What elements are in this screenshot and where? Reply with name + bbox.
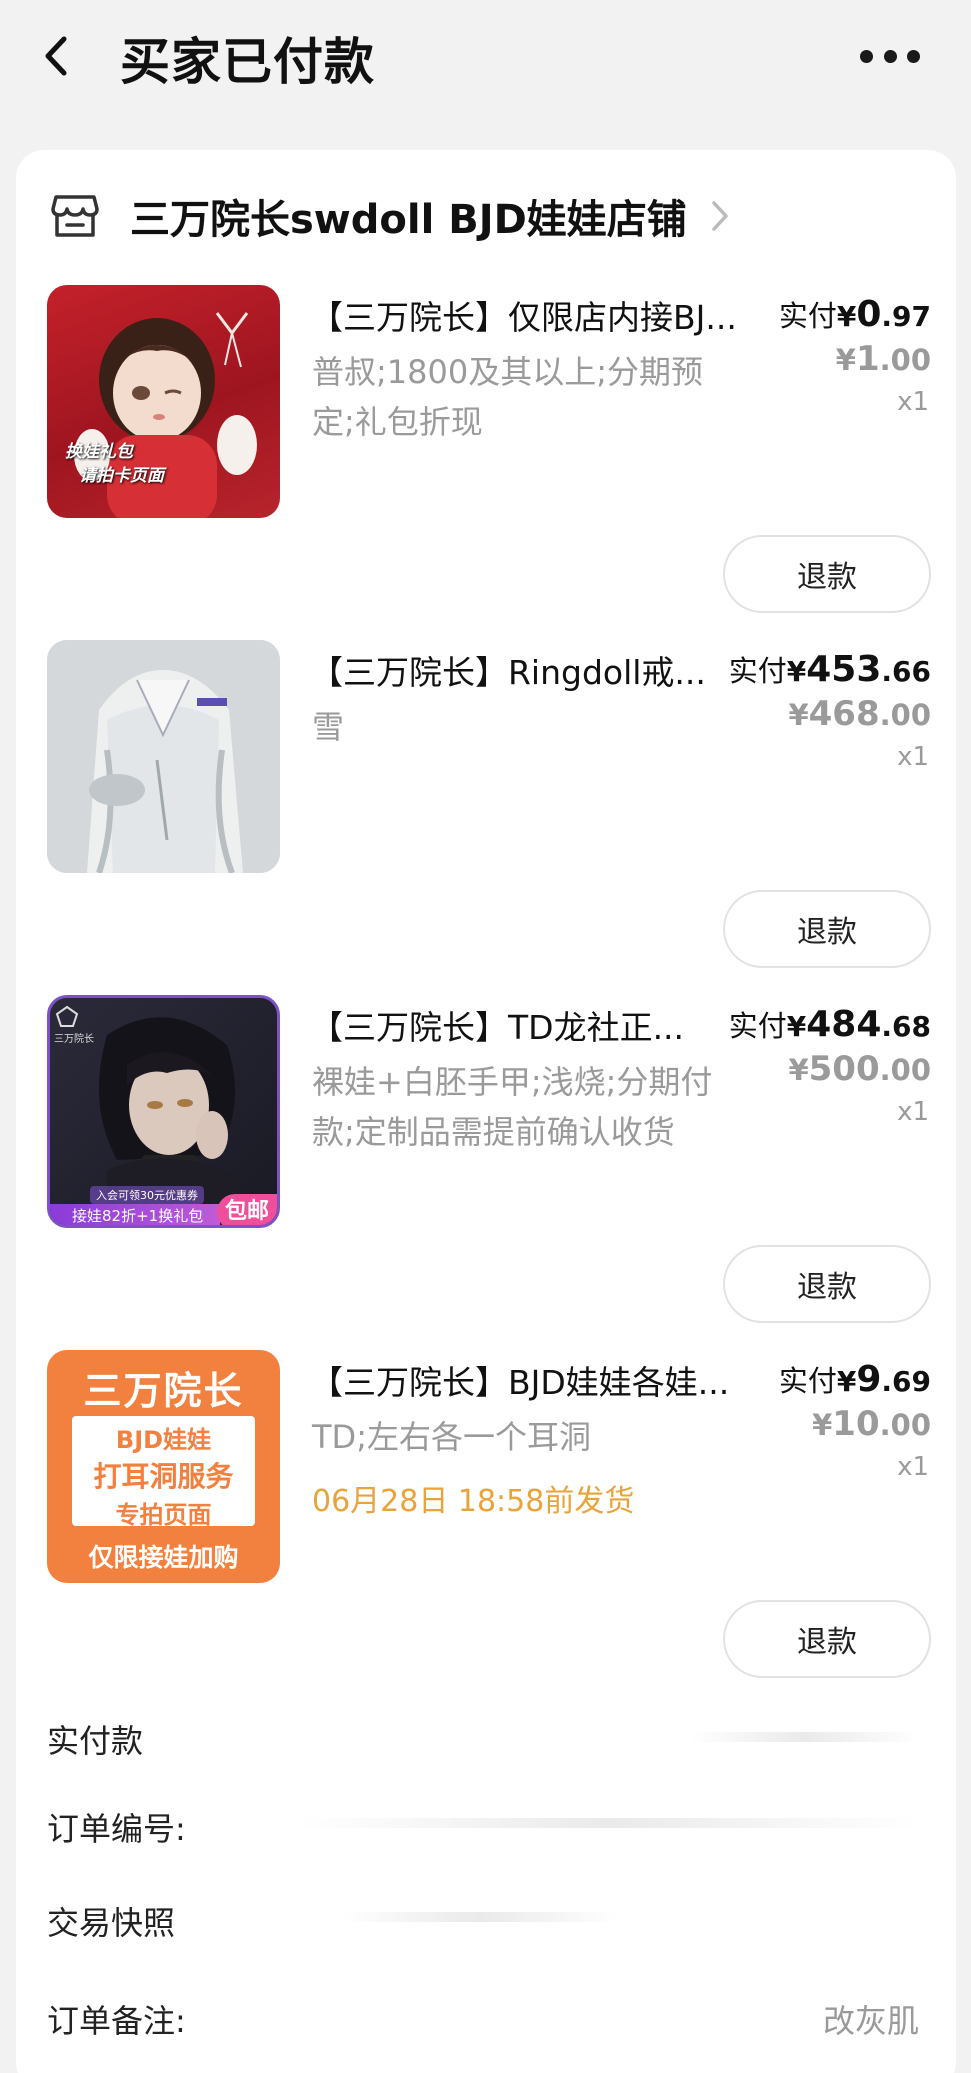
refund-button[interactable]: 退款 xyxy=(723,1600,931,1678)
original-price: ¥10.00 xyxy=(812,1404,931,1444)
nav-bar: 买家已付款 xyxy=(0,0,971,112)
refund-button[interactable]: 退款 xyxy=(723,535,931,613)
page-title: 买家已付款 xyxy=(120,33,375,91)
outfit-photo-icon xyxy=(47,640,280,873)
thumb-caption: 请拍卡页面 xyxy=(79,466,164,486)
chevron-right-icon xyxy=(712,201,728,231)
item-quantity: x1 xyxy=(897,387,929,417)
free-shipping-badge: 包邮 xyxy=(217,1194,277,1225)
item-quantity: x1 xyxy=(897,1097,929,1127)
paid-price: 实付¥0.97 xyxy=(778,294,931,335)
order-number-label: 订单编号: xyxy=(47,1810,186,1848)
redacted-value xyxy=(690,1732,920,1742)
thumb-logo-text: 三万院长 xyxy=(54,1034,94,1045)
back-button[interactable] xyxy=(40,33,72,79)
original-price: ¥468.00 xyxy=(788,694,931,734)
trade-snapshot-link[interactable]: 交易快照 xyxy=(47,1898,175,1944)
order-item[interactable]: 【三万院长】Ringdoll戒... 雪 实付¥453.66 ¥468.00 x… xyxy=(0,640,971,970)
store-icon xyxy=(51,195,99,237)
thumb-label-box: BJD娃娃 打耳洞服务 专拍页面 xyxy=(72,1416,255,1529)
paid-price: 实付¥453.66 xyxy=(728,649,931,690)
thumb-caption: 换娃礼包 xyxy=(65,442,133,462)
product-thumbnail[interactable] xyxy=(47,640,280,873)
thumb-coupon-text: 入会可领30元优惠券 xyxy=(90,1186,204,1204)
paid-price: 实付¥484.68 xyxy=(728,1004,931,1045)
item-quantity: x1 xyxy=(897,1452,929,1482)
thumb-bottom-text: 仅限接娃加购 xyxy=(88,1543,239,1572)
thumb-banner: 接娃82折+1换礼包 xyxy=(50,1204,220,1225)
more-dots-icon[interactable] xyxy=(860,40,920,72)
shop-header[interactable]: 三万院长swdoll BJD娃娃店铺 xyxy=(50,190,731,243)
item-spec: TD;左右各一个耳洞 xyxy=(312,1418,591,1456)
order-item[interactable]: 三万院长 入会可领30元优惠券 接娃82折+1换礼包 包邮 【三万院长】TD龙社… xyxy=(0,995,971,1325)
refund-button[interactable]: 退款 xyxy=(723,1245,931,1323)
item-spec: 普叔;1800及其以上;分期预定;礼包折现 xyxy=(312,353,704,441)
item-title: 【三万院长】Ringdoll戒... xyxy=(310,653,706,692)
item-spec: 雪 xyxy=(312,708,345,746)
item-quantity: x1 xyxy=(897,742,929,772)
refund-button[interactable]: 退款 xyxy=(723,890,931,968)
order-item[interactable]: 换娃礼包 请拍卡页面 【三万院长】仅限店内接BJ... 普叔;1800及其以上;… xyxy=(0,285,971,615)
product-thumbnail[interactable]: 三万院长 入会可领30元优惠券 接娃82折+1换礼包 包邮 xyxy=(47,995,280,1228)
item-spec: 裸娃+白胚手甲;浅烧;分期付款;定制品需提前确认收货 xyxy=(312,1063,713,1151)
thumb-line: BJD娃娃 xyxy=(115,1426,212,1454)
paid-price: 实付¥9.69 xyxy=(778,1359,931,1400)
order-note-value: 改灰肌 xyxy=(822,2002,919,2040)
product-thumbnail[interactable]: 换娃礼包 请拍卡页面 xyxy=(47,285,280,518)
item-title: 【三万院长】仅限店内接BJ... xyxy=(310,298,737,337)
thumb-top-text: 三万院长 xyxy=(83,1369,244,1413)
redacted-value xyxy=(340,1912,620,1922)
paid-amount-label: 实付款 xyxy=(47,1722,144,1760)
ship-deadline: 06月28日 18:58前发货 xyxy=(312,1484,635,1519)
order-item[interactable]: 三万院长 BJD娃娃 打耳洞服务 专拍页面 仅限接娃加购 【三万院长】BJD娃娃… xyxy=(0,1350,971,1680)
brand-logo-icon xyxy=(54,1004,80,1030)
order-note-label: 订单备注: xyxy=(47,2002,186,2040)
thumb-line: 打耳洞服务 xyxy=(93,1460,234,1493)
product-thumbnail[interactable]: 三万院长 BJD娃娃 打耳洞服务 专拍页面 仅限接娃加购 xyxy=(47,1350,280,1583)
original-price: ¥500.00 xyxy=(788,1049,931,1089)
original-price: ¥1.00 xyxy=(835,339,931,379)
chevron-left-icon xyxy=(45,36,67,76)
item-title: 【三万院长】TD龙社正... xyxy=(310,1008,685,1047)
redacted-value xyxy=(300,1818,920,1828)
thumb-line: 专拍页面 xyxy=(115,1501,212,1529)
item-title: 【三万院长】BJD娃娃各娃... xyxy=(310,1363,730,1402)
shop-name: 三万院长swdoll BJD娃娃店铺 xyxy=(130,197,687,243)
